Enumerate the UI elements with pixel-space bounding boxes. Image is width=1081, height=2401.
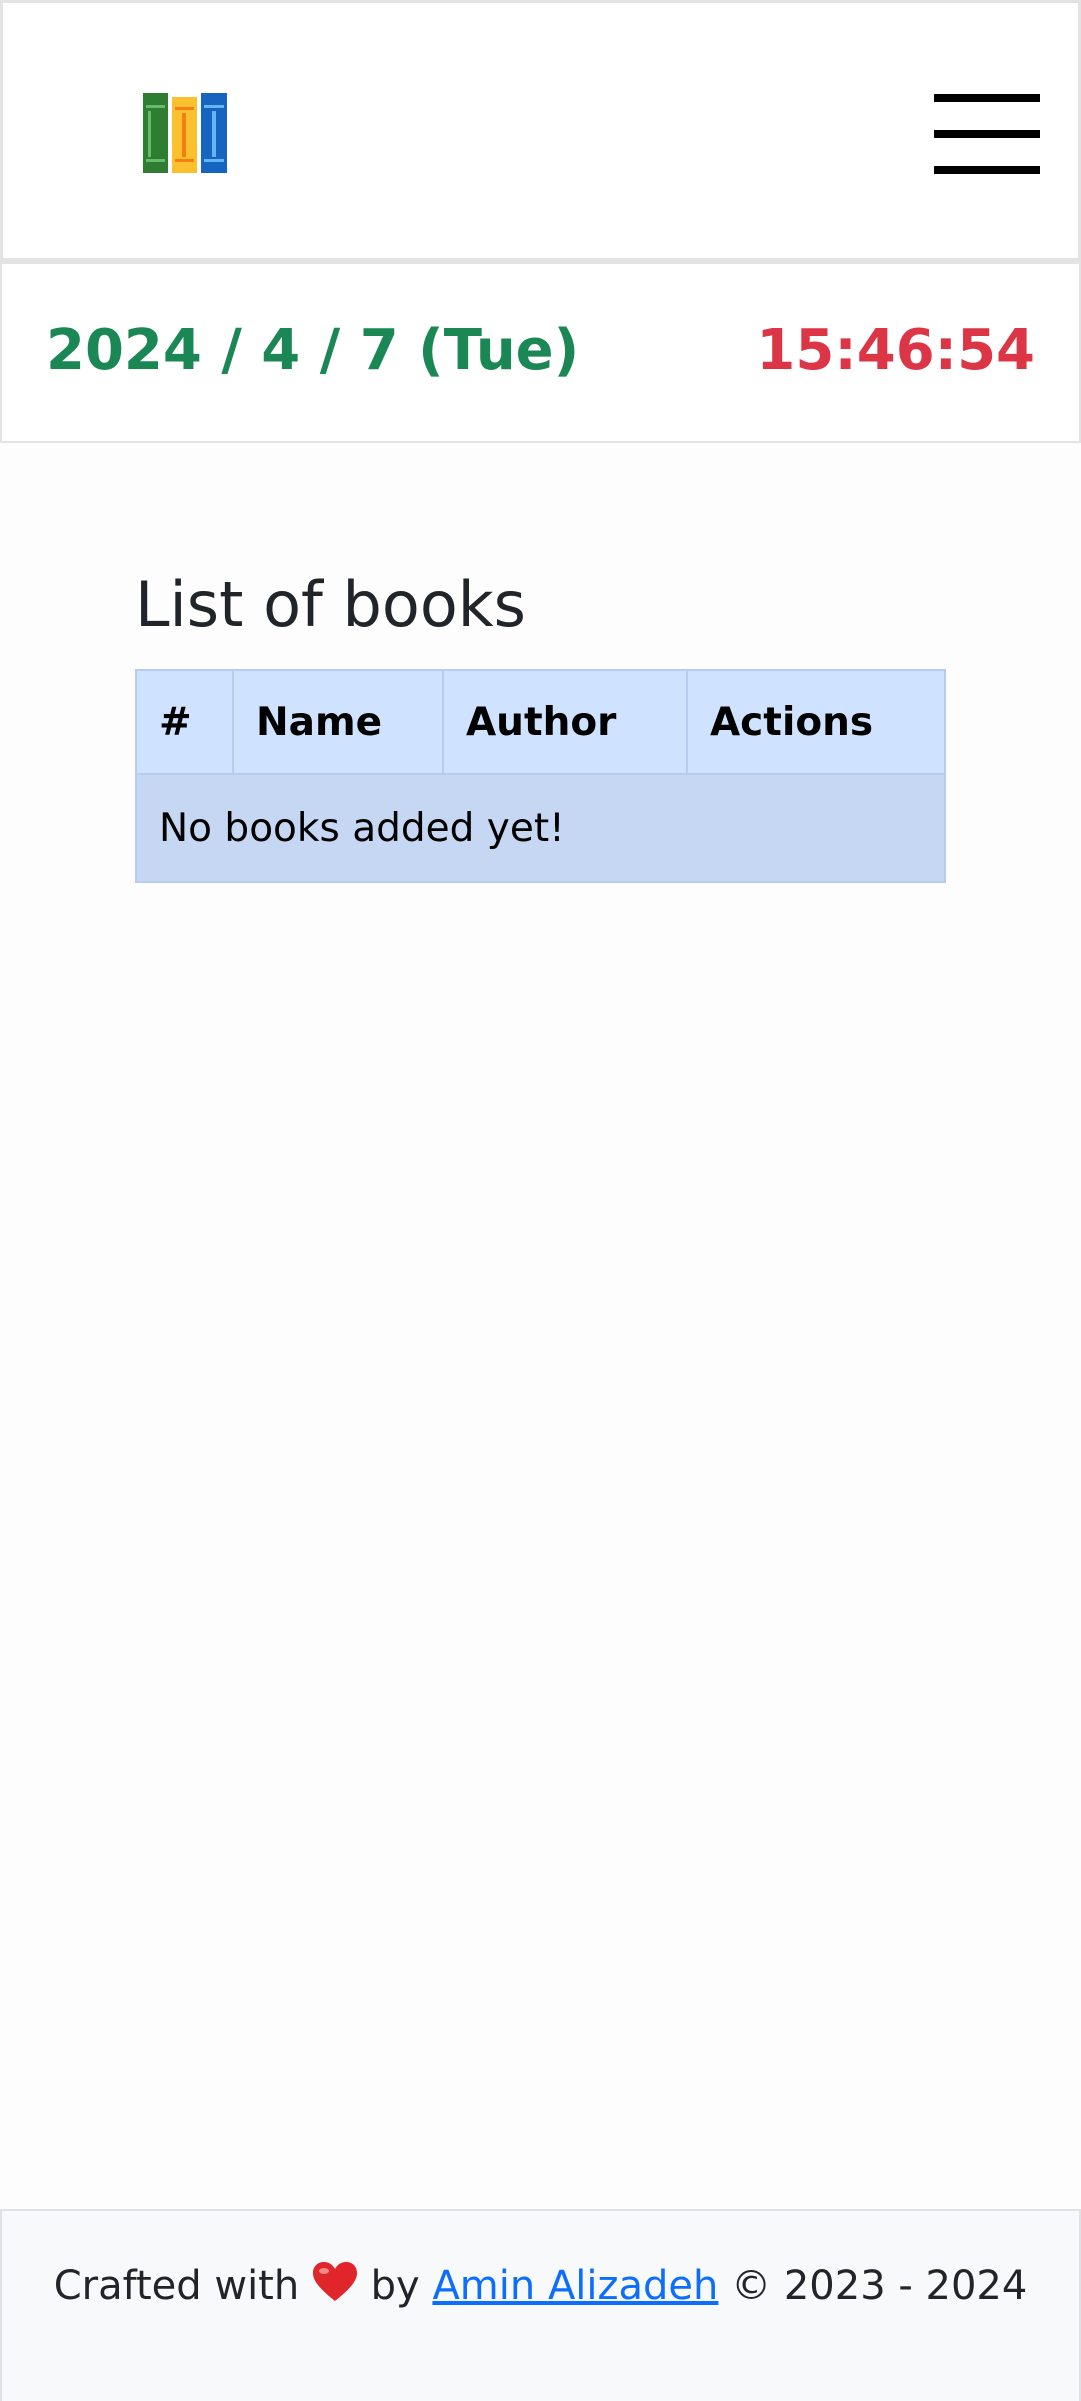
- footer-by: by: [370, 2263, 420, 2309]
- current-time: 15:46:54: [756, 318, 1035, 383]
- column-header-actions: Actions: [686, 669, 946, 775]
- current-date: 2024 / 4 / 7 (Tue): [46, 318, 580, 383]
- footer-prefix: Crafted with: [53, 2263, 300, 2309]
- table-header-row: # Name Author Actions: [135, 669, 946, 775]
- books-logo-icon[interactable]: [142, 91, 228, 175]
- date-time-bar: 2024 / 4 / 7 (Tue) 15:46:54: [0, 261, 1081, 443]
- page: 2024 / 4 / 7 (Tue) 15:46:54 List of book…: [0, 0, 1081, 2401]
- footer-copyright: © 2023 - 2024: [731, 2263, 1028, 2309]
- table-row: No books added yet!: [135, 773, 946, 883]
- column-header-name: Name: [232, 669, 444, 775]
- column-header-index: #: [135, 669, 234, 775]
- hamburger-menu-icon[interactable]: [934, 94, 1040, 174]
- empty-table-message: No books added yet!: [135, 773, 946, 883]
- navbar: [0, 0, 1081, 261]
- author-link[interactable]: Amin Alizadeh: [432, 2263, 718, 2309]
- footer: Crafted with by Amin Alizadeh © 2023 - 2…: [0, 2209, 1081, 2401]
- page-title: List of books: [135, 568, 526, 641]
- heart-icon: [312, 2261, 358, 2303]
- column-header-author: Author: [442, 669, 688, 775]
- books-table: # Name Author Actions No books added yet…: [135, 669, 946, 883]
